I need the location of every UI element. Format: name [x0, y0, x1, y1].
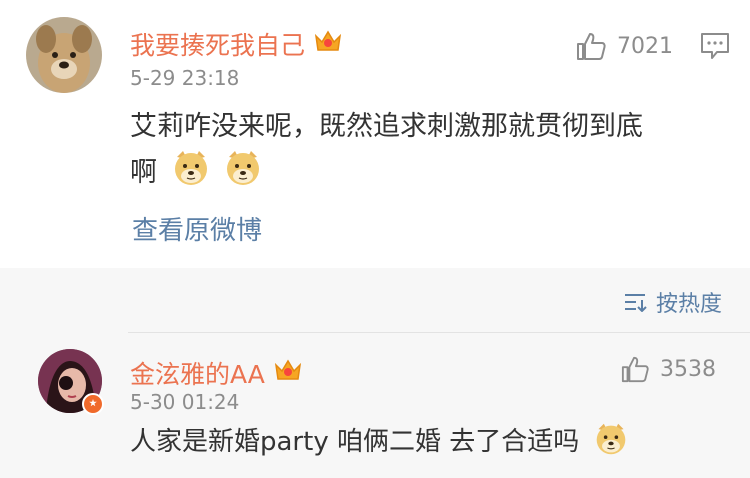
comment-line-2: 啊: [130, 149, 730, 201]
comment-line-2-text: 啊: [130, 157, 157, 188]
username-text[interactable]: 金泫雅的AA: [130, 355, 265, 391]
view-original-link[interactable]: 查看原微博: [132, 210, 262, 247]
vip-badge: [82, 393, 104, 415]
crown-icon: [313, 28, 343, 60]
timestamp: 5-30 01:24: [130, 390, 240, 414]
sort-icon: [624, 294, 647, 312]
thumbs-up-icon: [621, 356, 649, 383]
like-count: 7021: [617, 33, 673, 59]
reply-text-content: 人家是新婚party 咱俩二婚 去了合适吗: [130, 427, 580, 457]
username[interactable]: 我要揍死我自己: [130, 26, 343, 62]
message-icon[interactable]: [700, 32, 730, 64]
sort-by-hot[interactable]: 按热度: [624, 286, 722, 318]
avatar[interactable]: [26, 17, 102, 93]
comment-text: 艾莉咋没来呢，既然追求刺激那就贯彻到底 啊: [130, 104, 730, 201]
username[interactable]: 金泫雅的AA: [130, 355, 303, 391]
doge-emoji: [224, 149, 262, 201]
username-text[interactable]: 我要揍死我自己: [130, 26, 305, 62]
doge-emoji: [594, 422, 628, 471]
like-button[interactable]: 7021: [575, 31, 673, 61]
timestamp: 5-29 23:18: [130, 66, 240, 90]
like-count: 3538: [660, 356, 716, 382]
thumbs-up-icon: [577, 33, 606, 60]
reply-text: 人家是新婚party 咱俩二婚 去了合适吗: [130, 420, 730, 471]
doge-emoji: [172, 149, 210, 201]
like-button[interactable]: 3538: [620, 355, 716, 383]
divider: [128, 332, 750, 333]
comment-line-1: 艾莉咋没来呢，既然追求刺激那就贯彻到底: [130, 111, 643, 142]
crown-icon: [273, 357, 303, 389]
sort-label[interactable]: 按热度: [656, 286, 722, 318]
